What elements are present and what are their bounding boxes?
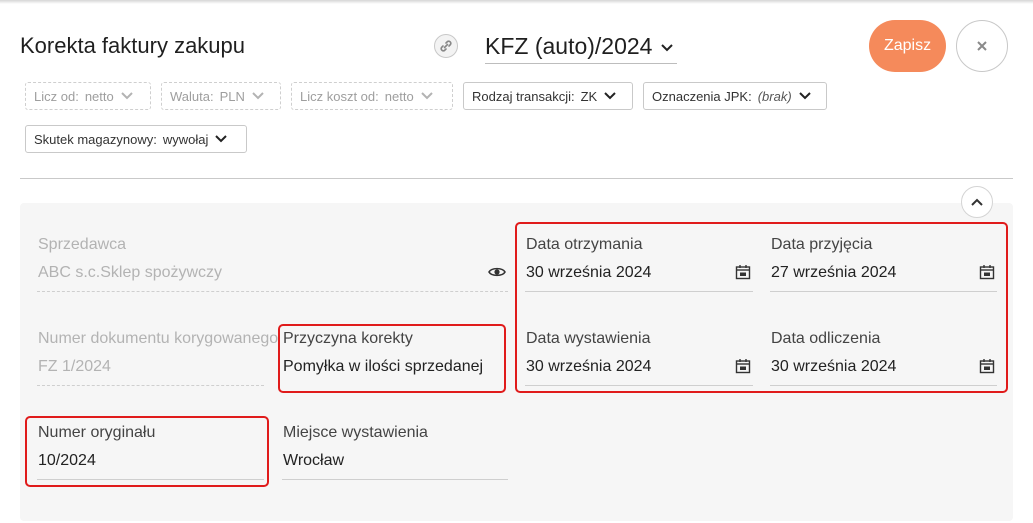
- document-number-value: KFZ (auto)/2024: [485, 33, 653, 59]
- close-button[interactable]: [956, 20, 1008, 72]
- chevron-down-icon: [603, 91, 617, 101]
- option-value: (brak): [757, 88, 792, 104]
- place-of-issue-input[interactable]: Wrocław: [283, 452, 344, 470]
- option-label: Rodzaj transakcji:: [472, 88, 575, 104]
- eye-icon[interactable]: [488, 266, 506, 278]
- chevron-down-icon: [798, 91, 812, 101]
- cost-calc-option: Licz koszt od: netto: [291, 82, 453, 110]
- calendar-icon[interactable]: [979, 264, 995, 280]
- issue-date-field[interactable]: Data wystawienia 30 września 2024: [525, 330, 753, 388]
- corrected-document-underline: [37, 385, 264, 386]
- deduction-date-label: Data odliczenia: [771, 330, 881, 347]
- transaction-type-select[interactable]: Rodzaj transakcji: ZK: [463, 82, 633, 110]
- corrected-document-value: FZ 1/2024: [38, 358, 111, 375]
- save-button[interactable]: Zapisz: [869, 20, 946, 72]
- calc-from-option: Licz od: netto: [25, 82, 151, 110]
- option-label: Waluta:: [170, 88, 214, 104]
- warehouse-effect-select[interactable]: Skutek magazynowy: wywołaj: [25, 125, 247, 153]
- divider: [20, 178, 1013, 179]
- accepted-date-label: Data przyjęcia: [771, 236, 873, 253]
- page-title: Korekta faktury zakupu: [20, 33, 246, 58]
- accepted-date-underline: [770, 291, 997, 292]
- currency-option: Waluta: PLN: [161, 82, 281, 110]
- original-number-label: Numer oryginału: [38, 424, 156, 441]
- original-number-field[interactable]: Numer oryginału 10/2024: [37, 424, 264, 482]
- place-of-issue-label: Miejsce wystawienia: [283, 424, 428, 441]
- calendar-icon[interactable]: [735, 358, 751, 374]
- top-shadow: [0, 0, 1033, 4]
- document-number-select[interactable]: KFZ (auto)/2024: [485, 30, 677, 64]
- received-date-input[interactable]: 30 września 2024: [526, 264, 651, 282]
- option-label: Licz koszt od:: [300, 88, 379, 104]
- collapse-button[interactable]: [961, 186, 993, 218]
- corrected-document-field: Numer dokumentu korygowanego FZ 1/2024: [37, 330, 278, 388]
- original-number-underline: [37, 479, 264, 480]
- option-value: netto: [384, 88, 414, 104]
- correction-reason-input[interactable]: Pomyłka w ilości sprzedanej: [283, 358, 483, 376]
- seller-field: Sprzedawca ABC s.c.Sklep spożywczy: [37, 236, 508, 294]
- option-label: Skutek magazynowy:: [34, 131, 157, 147]
- option-value: PLN: [219, 88, 245, 104]
- issue-date-label: Data wystawienia: [526, 330, 651, 347]
- jpk-markings-select[interactable]: Oznaczenia JPK: (brak): [643, 82, 827, 110]
- received-date-field[interactable]: Data otrzymania 30 września 2024: [525, 236, 753, 294]
- issue-date-underline: [525, 385, 753, 386]
- chevron-down-icon: [420, 91, 434, 101]
- option-value: netto: [84, 88, 114, 104]
- option-label: Oznaczenia JPK:: [652, 88, 752, 104]
- correction-reason-field[interactable]: Przyczyna korekty Pomyłka w ilości sprze…: [282, 330, 494, 388]
- link-icon[interactable]: [434, 34, 458, 58]
- chevron-down-icon: [120, 91, 134, 101]
- accepted-date-field[interactable]: Data przyjęcia 27 września 2024: [770, 236, 997, 294]
- received-date-underline: [525, 291, 753, 292]
- deduction-date-underline: [770, 385, 997, 386]
- calendar-icon[interactable]: [735, 264, 751, 280]
- close-icon: [975, 39, 989, 53]
- option-value: ZK: [580, 88, 598, 104]
- chevron-down-icon: [660, 43, 674, 53]
- place-of-issue-field[interactable]: Miejsce wystawienia Wrocław: [282, 424, 508, 482]
- seller-underline: [37, 291, 508, 292]
- seller-value: ABC s.c.Sklep spożywczy: [38, 264, 223, 281]
- seller-label: Sprzedawca: [38, 236, 127, 253]
- calendar-icon[interactable]: [979, 358, 995, 374]
- deduction-date-input[interactable]: 30 września 2024: [771, 358, 896, 376]
- deduction-date-field[interactable]: Data odliczenia 30 września 2024: [770, 330, 997, 388]
- chevron-up-icon: [970, 197, 984, 207]
- chevron-down-icon: [214, 134, 228, 144]
- received-date-label: Data otrzymania: [526, 236, 643, 253]
- place-of-issue-underline: [282, 479, 508, 480]
- accepted-date-input[interactable]: 27 września 2024: [771, 264, 896, 282]
- original-number-input[interactable]: 10/2024: [38, 452, 96, 470]
- issue-date-input[interactable]: 30 września 2024: [526, 358, 651, 376]
- option-value: wywołaj: [162, 131, 209, 147]
- corrected-document-label: Numer dokumentu korygowanego: [38, 330, 279, 347]
- option-label: Licz od:: [34, 88, 79, 104]
- correction-reason-label: Przyczyna korekty: [283, 330, 413, 347]
- chevron-down-icon: [251, 91, 265, 101]
